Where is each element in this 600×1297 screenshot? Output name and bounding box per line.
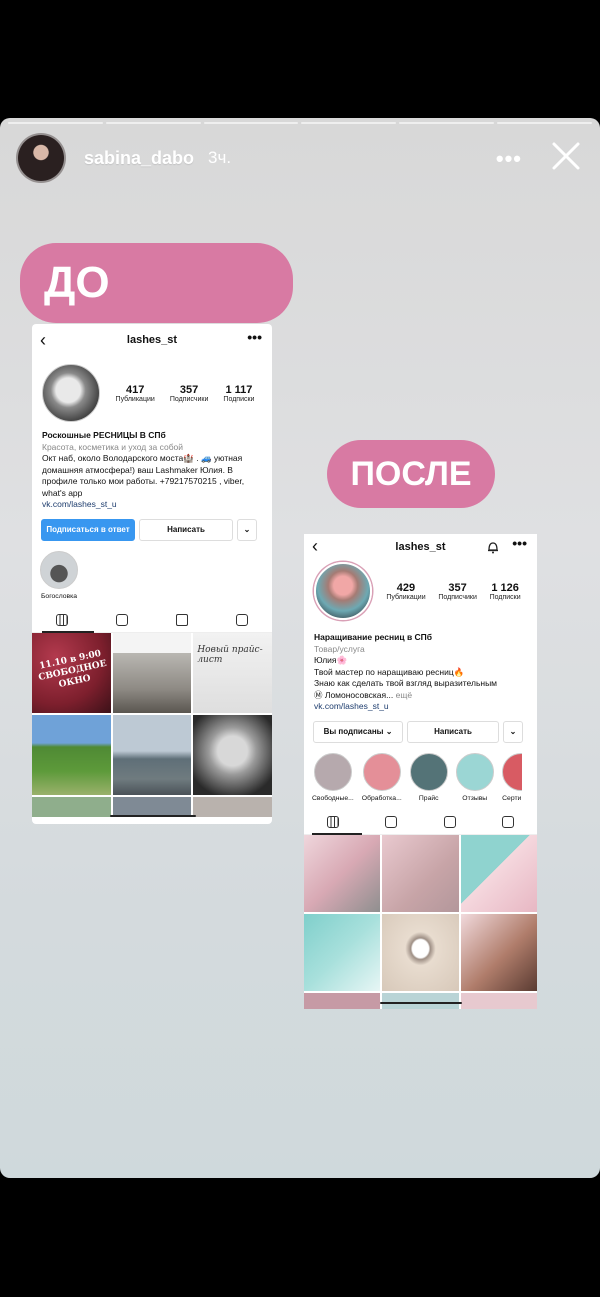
profile-link: vk.com/lashes_st_u	[314, 701, 389, 711]
profile-bio: Наращивание ресниц в СПб Товар/услуга Юл…	[304, 626, 537, 715]
profile-avatar	[314, 562, 372, 620]
more-options-icon[interactable]: •••	[496, 146, 522, 172]
grid-post	[460, 834, 537, 912]
grid-post: Новый прайс-лист	[193, 632, 272, 713]
highlight-item: Прайс	[409, 752, 448, 802]
close-icon[interactable]	[548, 138, 584, 174]
profile-bio-line: Знаю как сделать твой взгляд выразительн…	[314, 678, 498, 688]
grid-post	[112, 632, 192, 713]
back-icon: ‹	[40, 330, 46, 350]
profile-tabs	[32, 608, 272, 633]
grid-post	[304, 834, 381, 912]
stat-followers: 357 Подписчики	[169, 383, 209, 403]
story-progress-bar	[8, 122, 592, 124]
story-viewer: sabina_dabo 3ч. ••• ДО ПОСЛЕ ‹ lashes_st…	[0, 118, 600, 1178]
reels-icon	[385, 815, 398, 828]
chevron-down-icon: ⌄	[237, 518, 257, 541]
message-button: Написать	[139, 518, 233, 541]
more-icon: •••	[512, 535, 527, 551]
profile-name: Наращивание ресниц в СПб	[314, 632, 433, 642]
story-time: 3ч.	[208, 148, 232, 167]
profile-avatar	[42, 364, 100, 422]
profile-category: Товар/услуга	[314, 643, 365, 654]
profile-bio-line: Юлия🌸	[314, 655, 348, 665]
grid-post	[112, 714, 192, 795]
tagged-icon	[501, 815, 514, 828]
grid-post	[460, 913, 537, 991]
highlight-circle	[409, 752, 448, 791]
profile-tabs	[304, 810, 537, 835]
profile-username: lashes_st	[126, 334, 178, 346]
video-icon	[443, 815, 456, 828]
grid-post	[193, 714, 272, 795]
story-username[interactable]: sabina_dabo	[84, 148, 194, 169]
grid-post	[382, 913, 459, 991]
stat-following: 1 117 Подписки	[223, 383, 255, 403]
highlight-item: Свободные...	[312, 752, 354, 802]
stat-followers: 357 Подписчики	[438, 581, 477, 601]
video-icon	[176, 613, 188, 626]
stat-posts: 417 Публикации	[115, 383, 155, 403]
grid-icon	[327, 815, 340, 828]
highlight-item: Серти	[501, 752, 522, 802]
chevron-down-icon: ⌄	[503, 720, 523, 743]
profile-bio-line: Твой мастер по наращиваю ресниц🔥	[314, 666, 465, 677]
message-button: Написать	[407, 720, 499, 743]
profile-link: vk.com/lashes_st_u	[42, 499, 117, 509]
story-header: sabina_dabo 3ч. •••	[16, 133, 584, 183]
label-after: ПОСЛЕ	[327, 440, 495, 508]
stat-following: 1 126 Подписки	[489, 581, 521, 601]
profile-name: Роскошные РЕСНИЦЫ В СПб	[42, 430, 166, 440]
profile-category: Красота, косметика и уход за собой	[42, 441, 184, 452]
grid-post	[382, 834, 459, 912]
more-icon: •••	[247, 329, 262, 345]
profile-screenshot-before: ‹ lashes_st ••• 417 Публикации 357 Подписч…	[32, 324, 272, 824]
following-button: Вы подписаны ⌄	[313, 720, 403, 743]
follow-back-button: Подписаться в ответ	[41, 518, 135, 541]
profile-bio-text: Окт наб, около Володарского моста🏰 . 🚙 у…	[42, 453, 245, 498]
grid-post	[32, 714, 111, 795]
highlight-circle	[362, 752, 401, 791]
grid-post: 11.10 в 9:00 СВОБОДНОЕ ОКНО	[32, 632, 111, 713]
highlight-item: Обработка...	[362, 752, 402, 802]
profile-topbar: ‹ lashes_st •••	[32, 324, 272, 356]
label-before: ДО	[20, 243, 293, 323]
avatar[interactable]	[16, 133, 66, 183]
stat-posts: 429 Публикации	[386, 581, 426, 601]
more-link: ещё	[395, 689, 413, 700]
profile-username: lashes_st	[395, 541, 446, 553]
grid-icon	[56, 613, 68, 626]
grid-post	[304, 913, 381, 991]
highlight-circle	[501, 752, 522, 791]
tagged-icon	[236, 613, 248, 626]
highlight-item: Отзывы	[455, 752, 494, 802]
profile-topbar: ‹ lashes_st •••	[304, 534, 537, 560]
highlight-circle	[313, 752, 352, 791]
profile-bio: Роскошные РЕСНИЦЫ В СПб Красота, космети…	[32, 428, 272, 513]
back-icon: ‹	[312, 536, 318, 556]
highlight-circle	[455, 752, 494, 791]
profile-screenshot-after: ‹ lashes_st ••• 429 Публикации 357 Подписч…	[304, 534, 537, 1009]
reels-icon	[116, 613, 128, 626]
bell-icon	[488, 542, 498, 554]
highlight-item: Богословка	[40, 550, 78, 600]
profile-bio-line: Ⓜ Ломоносовская...	[314, 689, 394, 700]
